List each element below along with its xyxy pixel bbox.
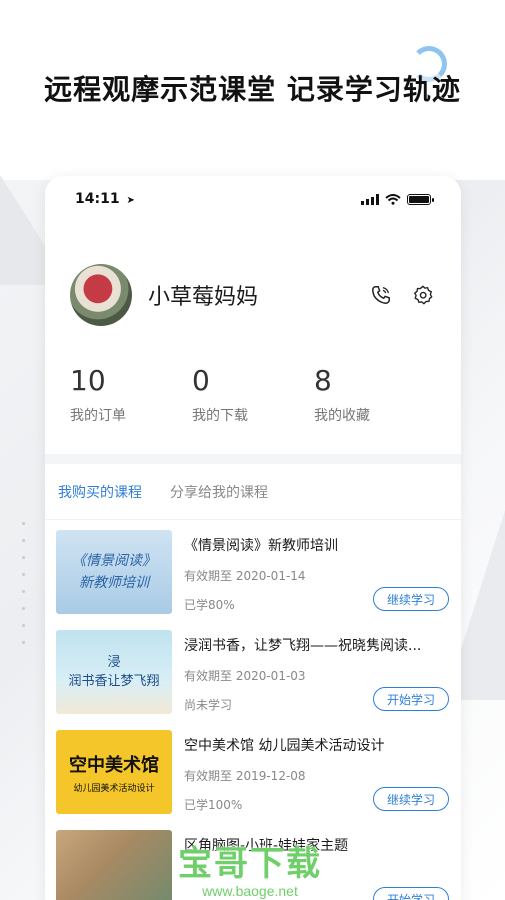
course-list-item[interactable]: 《情景阅读》 新教师培训 《情景阅读》新教师培训 有效期至 2020-01-14… bbox=[45, 520, 461, 620]
watermark-title: 宝哥下载 bbox=[178, 844, 322, 884]
cellular-signal-icon bbox=[361, 193, 379, 205]
stat-downloads[interactable]: 0 我的下载 bbox=[192, 364, 314, 454]
continue-learning-button[interactable]: 继续学习 bbox=[373, 787, 449, 811]
continue-learning-button[interactable]: 继续学习 bbox=[373, 587, 449, 611]
stat-favorites[interactable]: 8 我的收藏 bbox=[314, 364, 436, 454]
course-thumbnail: 浸 润书香让梦飞翔 bbox=[56, 630, 172, 714]
course-thumbnail bbox=[56, 830, 172, 900]
start-learning-button[interactable]: 开始学习 bbox=[373, 887, 449, 900]
stats-row: 10 我的订单 0 我的下载 8 我的收藏 bbox=[45, 334, 461, 454]
wifi-icon bbox=[385, 193, 401, 205]
status-bar: 14:11 ➤ bbox=[45, 176, 461, 222]
watermark: 宝哥下载 www.baoge.net bbox=[178, 836, 322, 899]
course-expiry: 有效期至 2019-12-08 bbox=[184, 769, 306, 783]
course-thumbnail: 《情景阅读》 新教师培训 bbox=[56, 530, 172, 614]
course-tabs: 我购买的课程 分享给我的课程 bbox=[45, 464, 461, 520]
course-title: 空中美术馆 幼儿园美术活动设计 bbox=[184, 738, 385, 754]
username: 小草莓妈妈 bbox=[148, 285, 259, 310]
course-title: 浸润书香，让梦飞翔——祝晓隽阅读... bbox=[184, 638, 422, 654]
watermark-url: www.baoge.net bbox=[202, 883, 298, 899]
course-list-item[interactable]: 空中美术馆 幼儿园美术活动设计 空中美术馆 幼儿园美术活动设计 有效期至 201… bbox=[45, 720, 461, 820]
promo-headline: 远程观摩示范课堂 记录学习轨迹 bbox=[44, 73, 461, 106]
tab-shared-courses[interactable]: 分享给我的课程 bbox=[170, 482, 268, 502]
stat-orders[interactable]: 10 我的订单 bbox=[70, 364, 192, 454]
phone-icon[interactable] bbox=[368, 282, 394, 308]
phone-screen: 14:11 ➤ 小草莓妈妈 10 我的订单 0 我的下载 8 我的收藏 我购买的… bbox=[45, 176, 461, 900]
status-time: 14:11 ➤ bbox=[75, 191, 135, 207]
course-expiry: 有效期至 2020-01-03 bbox=[184, 669, 306, 683]
start-learning-button[interactable]: 开始学习 bbox=[373, 687, 449, 711]
avatar[interactable] bbox=[70, 264, 132, 326]
course-thumbnail: 空中美术馆 幼儿园美术活动设计 bbox=[56, 730, 172, 814]
course-expiry: 有效期至 2020-01-14 bbox=[184, 569, 306, 583]
tab-purchased-courses[interactable]: 我购买的课程 bbox=[58, 482, 142, 502]
location-arrow-icon: ➤ bbox=[126, 195, 135, 206]
battery-icon bbox=[407, 193, 434, 205]
dot-decoration bbox=[22, 522, 25, 644]
course-list-item[interactable]: 浸 润书香让梦飞翔 浸润书香，让梦飞翔——祝晓隽阅读... 有效期至 2020-… bbox=[45, 620, 461, 720]
settings-gear-icon[interactable] bbox=[410, 282, 436, 308]
section-divider bbox=[45, 454, 461, 464]
profile-header: 小草莓妈妈 bbox=[45, 222, 461, 334]
course-title: 《情景阅读》新教师培训 bbox=[184, 538, 338, 554]
